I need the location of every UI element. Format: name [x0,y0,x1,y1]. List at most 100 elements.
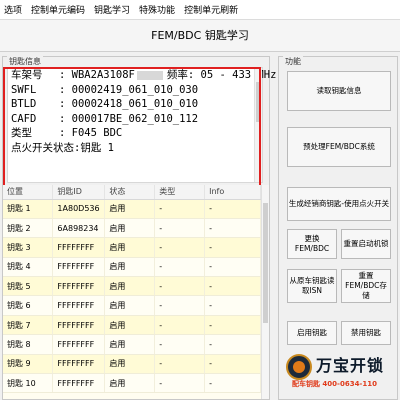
cell-status: 启用 [104,257,156,278]
cell-status: 启用 [104,315,156,336]
cell-status: 启用 [104,354,156,375]
cell-position: 钥匙 9 [3,354,54,375]
vin-label: 车架号 [11,69,43,81]
menu-item-unit-flash[interactable]: 控制单元刷新 [184,3,238,16]
cell-key-id: FFFFFFFF [52,295,106,316]
cell-info: - [204,276,261,297]
cell-key-id: FFFFFFFF [52,315,106,336]
key-table-body: 钥匙 1 1A80D536 启用 - - 钥匙 2 6A898234 启用 - - 钥匙 3 FFFF… [3,199,261,394]
cell-key-id: 1A80D536 [52,199,106,219]
table-row[interactable]: 钥匙 7 FFFFFFFF 启用 - - [3,315,261,336]
table-row[interactable]: 钥匙 9 FFFFFFFF 启用 - - [3,354,261,375]
cell-type: - [154,315,206,336]
reset-starter-lock-button[interactable]: 重置启动机锁 [341,229,391,259]
header-info[interactable]: Info [204,185,261,200]
cell-type: - [154,218,206,239]
cell-position: 钥匙 10 [3,373,54,394]
menu-bar: 选项 控制单元编码 钥匙学习 特殊功能 控制单元刷新 [0,0,400,20]
read-isn-button[interactable]: 从原车钥匙读取ISN [287,269,337,303]
swfl-value: : 00002419_061_010_030 [59,83,199,96]
key-table: 位置 钥匙ID 状态 类型 Info 钥匙 1 1A80D536 启用 - - 钥匙 26… [3,185,261,394]
menu-item-special-functions[interactable]: 特殊功能 [139,3,175,16]
generate-dealer-key-button[interactable]: 生成经销商钥匙-使用点火开关 [287,187,391,221]
cell-key-id: FFFFFFFF [52,334,106,355]
cell-type: - [154,334,206,355]
vin-redaction [136,70,163,80]
cell-position: 钥匙 1 [3,199,54,219]
info-scrollbar[interactable] [254,68,262,182]
enable-key-button[interactable]: 启用钥匙 [287,321,337,345]
cell-type: - [154,199,206,219]
cell-type: - [154,373,206,394]
cell-position: 钥匙 7 [3,315,54,336]
btld-label: BTLD [11,98,37,110]
header-key-id[interactable]: 钥匙ID [52,185,106,200]
cell-type: - [154,276,206,297]
table-scroll-thumb[interactable] [263,203,268,323]
cell-info: - [204,373,261,394]
header-status[interactable]: 状态 [104,185,156,200]
cell-key-id: FFFFFFFF [52,257,106,278]
cafd-line: CAFD: 000017BE_062_010_112 [8,112,262,127]
cell-position: 钥匙 2 [3,218,54,239]
cell-key-id: FFFFFFFF [52,354,106,375]
freq-label: 频率: [166,69,195,81]
cell-position: 钥匙 8 [3,334,54,355]
header-position[interactable]: 位置 [3,185,54,200]
table-row[interactable]: 钥匙 5 FFFFFFFF 启用 - - [3,276,261,297]
logo-phone: 配车钥匙 400-0634-110 [292,380,377,388]
table-row[interactable]: 钥匙 1 1A80D536 启用 - - [3,199,261,219]
ignition-value: 钥匙 1 [80,141,114,154]
cell-info: - [204,257,261,278]
cell-status: 启用 [104,295,156,316]
cell-position: 钥匙 6 [3,295,54,316]
replace-fem-button[interactable]: 更换FEM/BDC [287,229,337,259]
cell-status: 启用 [104,276,156,297]
menu-item-key-learning[interactable]: 钥匙学习 [94,3,130,16]
reset-fem-storage-button[interactable]: 重置FEM/BDC存储 [341,269,391,303]
ignition-label: 点火开关状态: [11,141,81,154]
menu-item-unit-coding[interactable]: 控制单元编码 [31,3,85,16]
watermark-logo: 万宝开锁 配车钥匙 400-0634-110 [282,346,400,400]
swfl-line: SWFL: 00002419_061_010_030 [8,83,262,98]
cell-key-id: 6A898234 [52,218,106,239]
logo-emblem-icon [286,354,312,380]
cell-type: - [154,295,206,316]
cafd-value: : 000017BE_062_010_112 [59,112,199,125]
table-row[interactable]: 钥匙 6 FFFFFFFF 启用 - - [3,295,261,316]
cell-info: - [204,315,261,336]
vin-line: 车架号 : WBA2A3108F 频率: 05 - 433 MHz [8,68,276,83]
info-scroll-thumb[interactable] [256,82,261,122]
cell-key-id: FFFFFFFF [52,237,106,258]
read-key-info-button[interactable]: 读取钥匙信息 [287,71,391,111]
table-row[interactable]: 钥匙 10 FFFFFFFF 启用 - - [3,373,261,394]
table-scrollbar[interactable] [261,185,269,399]
cell-info: - [204,237,261,258]
cell-info: - [204,295,261,316]
cell-position: 钥匙 3 [3,237,54,258]
cell-status: 启用 [104,199,156,219]
freq-value: 05 - 433 MHz [200,69,277,81]
cell-key-id: FFFFFFFF [52,373,106,394]
table-row[interactable]: 钥匙 4 FFFFFFFF 启用 - - [3,257,261,278]
table-row[interactable]: 钥匙 3 FFFFFFFF 启用 - - [3,237,261,258]
key-info-box: 车架号 : WBA2A3108F 频率: 05 - 433 MHz SWFL: 00… [7,67,276,183]
menu-item-options[interactable]: 选项 [4,3,22,16]
btld-line: BTLD: 00002418_061_010_010 [8,97,262,112]
cell-type: - [154,237,206,258]
cell-status: 启用 [104,373,156,394]
cell-info: - [204,354,261,375]
disable-key-button[interactable]: 禁用钥匙 [341,321,391,345]
function-group-label: 功能 [283,56,303,67]
preprocess-fem-button[interactable]: 预处理FEM/BDC系统 [287,127,391,167]
table-row[interactable]: 钥匙 8 FFFFFFFF 启用 - - [3,334,261,355]
cell-status: 启用 [104,218,156,239]
vin-value: : WBA2A3108F [59,69,135,81]
type-label: 类型 [11,127,32,139]
table-row[interactable]: 钥匙 2 6A898234 启用 - - [3,218,261,239]
window-title: FEM/BDC 钥匙学习 [0,20,400,52]
cell-info: - [204,218,261,239]
cell-status: 启用 [104,334,156,355]
cell-position: 钥匙 4 [3,257,54,278]
header-type[interactable]: 类型 [154,185,206,200]
